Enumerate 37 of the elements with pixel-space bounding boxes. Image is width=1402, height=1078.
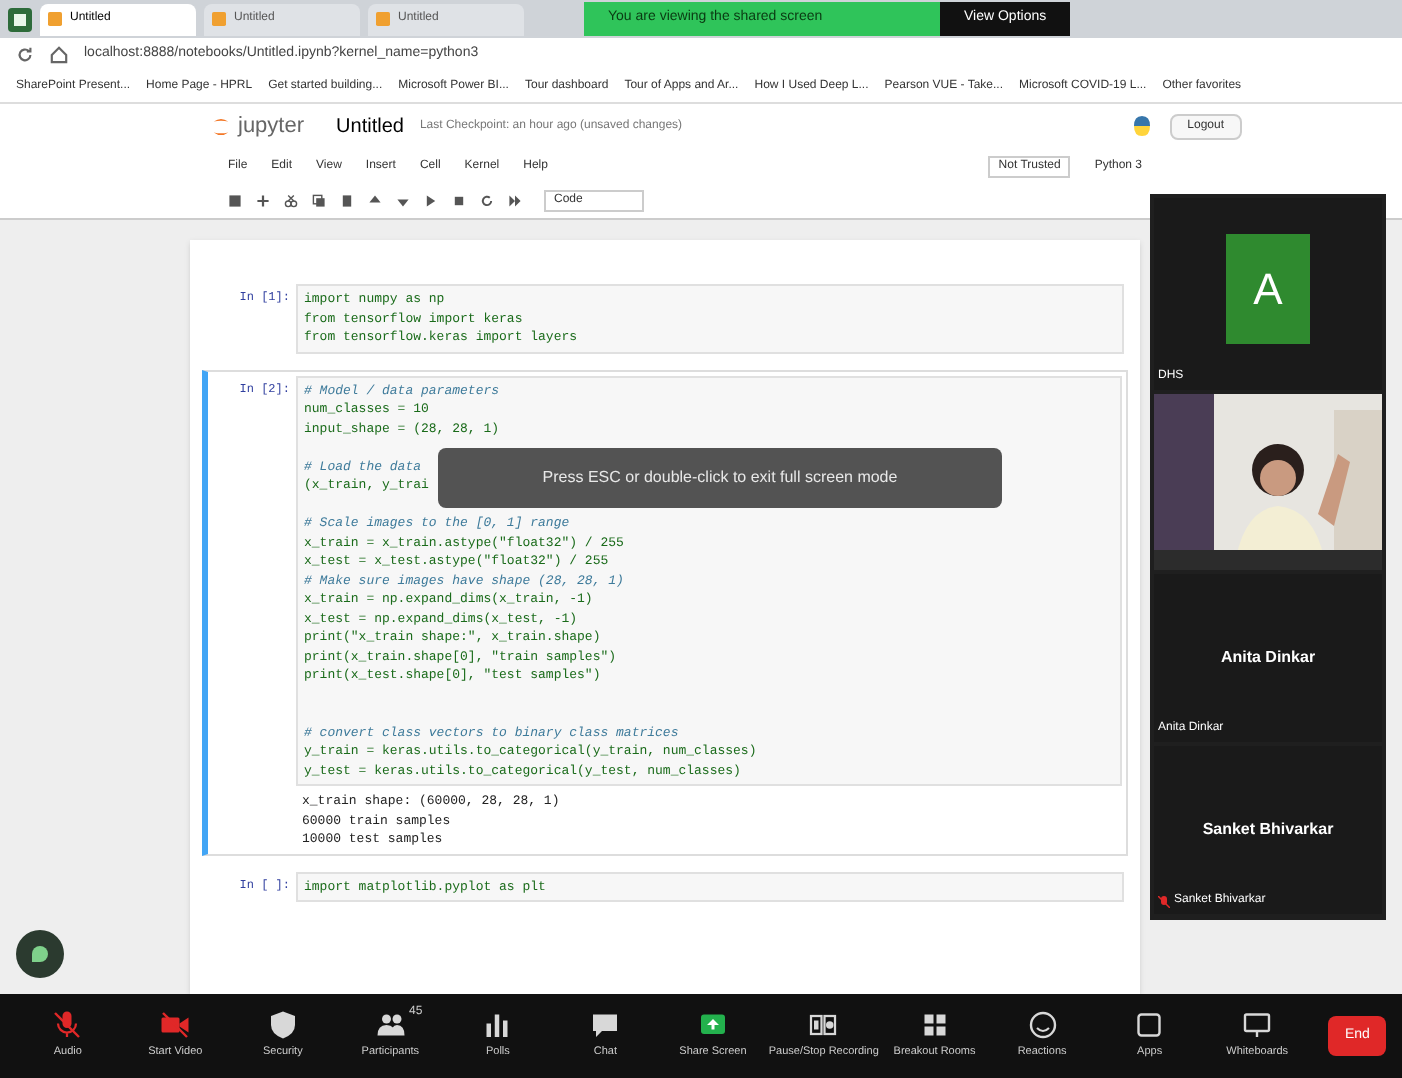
shield-icon <box>267 1010 298 1041</box>
tab-favicon-icon <box>48 12 62 26</box>
play-icon[interactable] <box>424 194 438 208</box>
record-icon <box>808 1010 839 1041</box>
app-icon[interactable] <box>8 7 32 31</box>
smiley-icon <box>1027 1010 1058 1041</box>
whiteboard-icon <box>1242 1010 1273 1041</box>
code-input[interactable] <box>296 375 1122 786</box>
tab-favicon-icon <box>376 12 390 26</box>
participant-name: Anita Dinkar <box>1220 646 1316 670</box>
up-arrow-icon[interactable] <box>368 194 382 208</box>
round-chat-icon[interactable] <box>16 930 64 978</box>
participant-name: Sanket Bhivarkar <box>1202 818 1334 842</box>
apps-icon <box>1134 1010 1165 1041</box>
refresh-icon[interactable] <box>16 46 34 64</box>
fast-forward-icon[interactable] <box>508 194 522 208</box>
save-icon[interactable] <box>228 194 242 208</box>
jupyter-logo: jupyter <box>238 111 305 142</box>
stop-icon[interactable] <box>452 194 466 208</box>
restart-icon[interactable] <box>480 194 494 208</box>
tab-favicon-icon <box>212 12 226 26</box>
grid-icon <box>919 1010 950 1041</box>
clipboard-icon[interactable] <box>340 194 354 208</box>
code-cell[interactable] <box>202 369 1128 855</box>
copy-icon[interactable] <box>312 194 326 208</box>
fullscreen-toast: Press ESC or double-click to exit full screen mode <box>438 447 1002 507</box>
python-logo-icon <box>1129 114 1154 138</box>
scissors-icon[interactable] <box>284 194 298 208</box>
down-arrow-icon[interactable] <box>396 194 410 208</box>
avatar-tile: A <box>1226 234 1310 344</box>
notebook-title[interactable]: Untitled <box>336 111 404 141</box>
home-icon[interactable] <box>50 46 68 64</box>
chat-bubble-icon <box>590 1010 621 1041</box>
people-icon <box>375 1010 406 1041</box>
plus-icon[interactable] <box>256 194 270 208</box>
jupyter-logo-icon <box>212 115 230 137</box>
bar-chart-icon <box>482 1010 513 1041</box>
